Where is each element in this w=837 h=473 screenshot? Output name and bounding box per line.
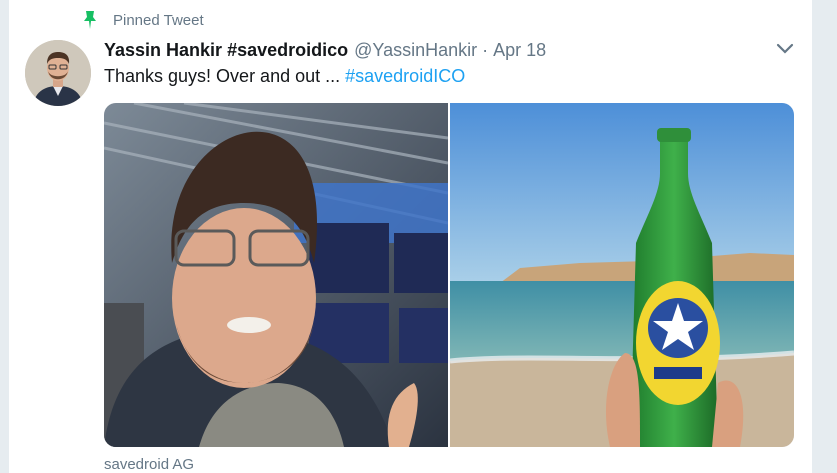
avatar[interactable]	[25, 40, 91, 106]
author-name[interactable]: Yassin Hankir #savedroidico	[104, 40, 348, 61]
beer-beach-photo[interactable]	[450, 103, 794, 447]
tweet-body: Thanks guys! Over and out ...	[104, 66, 341, 86]
tweet-date[interactable]: Apr 18	[493, 40, 546, 61]
quoted-account[interactable]: savedroid AG	[104, 456, 194, 473]
pin-icon	[84, 11, 96, 29]
chevron-down-icon[interactable]	[775, 42, 795, 56]
separator-dot: ·	[482, 39, 489, 60]
tweet-card[interactable]: Pinned Tweet Yassin Hankir #savedroidico…	[9, 0, 812, 473]
pinned-indicator: Pinned Tweet	[83, 10, 204, 30]
tweet-text: Thanks guys! Over and out ... #savedroid…	[104, 66, 465, 87]
author-handle[interactable]: @YassinHankir	[354, 40, 477, 61]
selfie-airport-photo[interactable]	[104, 103, 448, 447]
tweet-header: Yassin Hankir #savedroidico @YassinHanki…	[104, 38, 546, 62]
tweet-media[interactable]	[104, 103, 794, 447]
hashtag-link[interactable]: #savedroidICO	[345, 66, 465, 86]
pinned-label: Pinned Tweet	[113, 11, 204, 29]
